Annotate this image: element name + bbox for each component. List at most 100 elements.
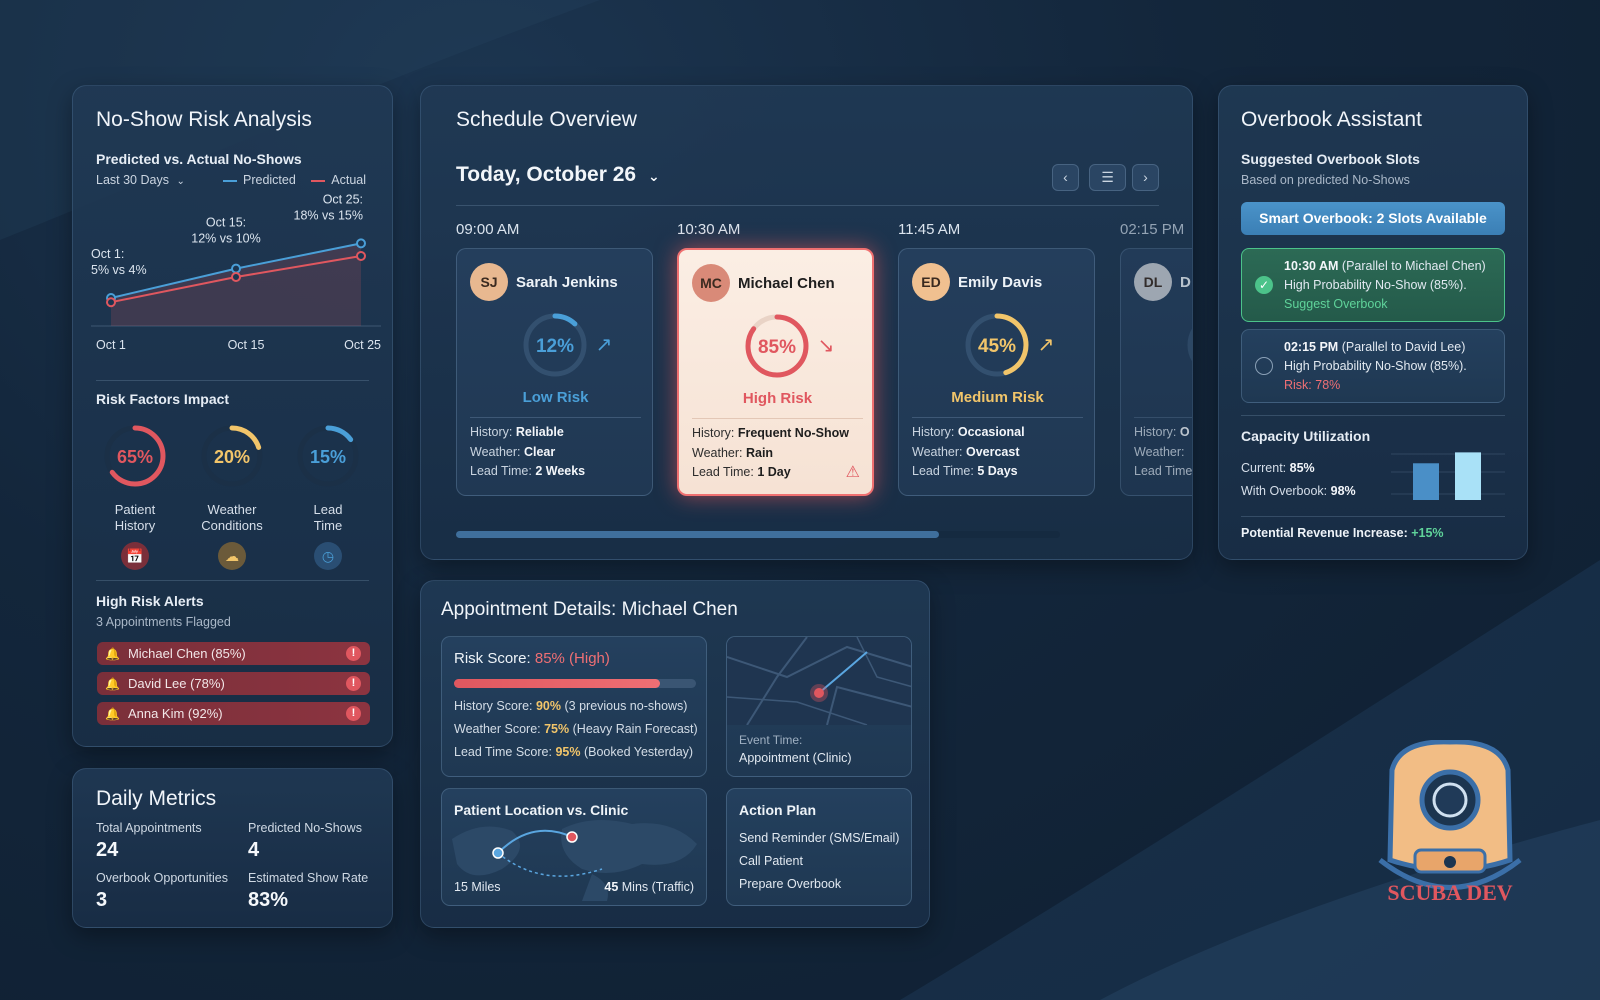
- weather-row: Weather: Clear: [470, 444, 556, 459]
- risk-factor-label-line: Patient: [114, 502, 156, 517]
- bell-icon: 🔔: [105, 706, 120, 721]
- risk-gauge: 12% ↗: [523, 313, 612, 377]
- factors-title: Risk Factors Impact: [96, 391, 230, 407]
- chevron-left-icon: ‹: [1063, 169, 1068, 185]
- slots-title: Suggested Overbook Slots: [1241, 151, 1420, 167]
- risk-score-tile: Risk Score: 85% (High) History Score: 90…: [441, 636, 707, 777]
- patient-name: D: [1180, 274, 1191, 291]
- appointment-card[interactable]: SJ Sarah Jenkins 12% ↗ Low Risk History: Re…: [456, 248, 653, 496]
- x-tick-label: Oct 25: [344, 338, 381, 352]
- slot-probability: High Probability No-Show (85%).: [1284, 359, 1467, 373]
- next-button[interactable]: ›: [1132, 164, 1159, 191]
- smart-overbook-button[interactable]: Smart Overbook: 2 Slots Available: [1241, 202, 1505, 235]
- risk-factor-donut: 20%: [201, 425, 263, 487]
- risk-percent: 85%: [758, 337, 796, 358]
- weather-score-value: 75%: [544, 722, 570, 736]
- risk-factor-label-line: Time: [313, 518, 343, 533]
- metric-value: 4: [248, 839, 260, 861]
- chevron-down-icon: ⌄: [647, 168, 660, 184]
- metric-label: Estimated Show Rate: [248, 871, 369, 885]
- action-item[interactable]: Send Reminder (SMS/Email): [739, 831, 899, 845]
- data-point-predicted: [356, 238, 366, 249]
- warning-icon: !: [346, 676, 361, 691]
- appointment-card[interactable]: MC Michael Chen 85% ↘ High Risk History: Fr…: [677, 248, 874, 496]
- avatar: MC: [692, 264, 730, 302]
- event-map-tile[interactable]: Event Time: Appointment (Clinic): [726, 636, 912, 777]
- warning-icon: !: [346, 646, 361, 661]
- action-item[interactable]: Prepare Overbook: [739, 877, 841, 891]
- scrollbar-thumb[interactable]: [456, 531, 940, 538]
- lead-time-row: Lead Time: 5 Days: [912, 464, 1018, 478]
- history-row: History: Frequent No-Show: [692, 426, 849, 440]
- metric-value: 83%: [248, 889, 289, 911]
- chart-legend: Predicted Actual: [223, 173, 366, 187]
- travel-time: 45 Mins (Traffic): [604, 880, 694, 894]
- history-score-label: History Score:: [454, 699, 533, 713]
- risk-analysis-panel: No-Show Risk Analysis Predicted vs. Actu…: [72, 85, 393, 747]
- appointment-info: History: Occasional Weather: Overcast Le…: [912, 423, 1025, 482]
- weather-row: Weather: Rain: [692, 445, 774, 460]
- risk-factor-value: 20%: [214, 447, 250, 467]
- alert-item[interactable]: 🔔 David Lee (78%)!: [97, 672, 370, 695]
- revenue-increase: Potential Revenue Increase: +15%: [1241, 526, 1444, 540]
- risk-factor-label-line: History: [114, 518, 156, 533]
- chart-annotation: 12% vs 10%: [191, 232, 260, 246]
- lead-time-score: Lead Time Score: 95% (Booked Yesterday): [454, 745, 693, 759]
- risk-level: Medium Risk: [951, 389, 1044, 406]
- divider: [1241, 415, 1505, 416]
- alert-item[interactable]: 🔔 Anna Kim (92%)!: [97, 702, 370, 725]
- legend-actual: Actual: [331, 173, 367, 187]
- metric-label: Overbook Opportunities: [96, 871, 229, 885]
- risk-level: O: [1121, 389, 1192, 406]
- overbook-assistant-panel: Overbook Assistant Suggested Overbook Sl…: [1218, 85, 1528, 560]
- location-tile[interactable]: Patient Location vs. Clinic 15 Miles 45 …: [441, 788, 707, 906]
- list-view-button[interactable]: ☰: [1089, 164, 1126, 191]
- overbook-slot-item[interactable]: 02:15 PM (Parallel to David Lee) High Pr…: [1241, 329, 1505, 403]
- period-select-value: Last 30 Days: [96, 173, 169, 187]
- panel-title: No-Show Risk Analysis: [96, 108, 312, 131]
- trend-arrow-icon: ↘: [818, 335, 835, 357]
- data-point-predicted: [231, 263, 241, 274]
- date-picker[interactable]: Today, October 26 ⌄: [456, 163, 660, 187]
- risk-factor-value: 15%: [310, 447, 346, 467]
- divider: [1241, 516, 1505, 517]
- travel-time-value: 45: [604, 880, 619, 894]
- event-time-value: Appointment (Clinic): [739, 751, 852, 765]
- revenue-value: +15%: [1411, 526, 1444, 540]
- divider: [456, 205, 1159, 206]
- action-item[interactable]: Call Patient: [739, 854, 803, 868]
- data-point-actual: [106, 297, 116, 308]
- slot-parallel: (Parallel to David Lee): [1341, 340, 1466, 354]
- x-tick-label: Oct 15: [228, 338, 265, 352]
- appointment-card[interactable]: DL D O History: O Weather: Lead Time: [1120, 248, 1192, 496]
- date-picker-value: Today, October 26: [456, 163, 637, 186]
- prev-button[interactable]: ‹: [1052, 164, 1079, 191]
- divider: [692, 418, 863, 419]
- chevron-right-icon: ›: [1143, 169, 1148, 185]
- data-point-actual: [231, 272, 241, 282]
- alert-item[interactable]: 🔔 Michael Chen (85%)!: [97, 642, 370, 665]
- alerts-title: High Risk Alerts: [96, 593, 204, 609]
- time-slot-label: 11:45 AM: [898, 221, 961, 238]
- capacity-title: Capacity Utilization: [1241, 428, 1371, 444]
- radio-button[interactable]: [1255, 357, 1273, 375]
- overbook-slot-item[interactable]: ✓ 10:30 AM (Parallel to Michael Chen) Hi…: [1241, 248, 1505, 322]
- schedule-scrollbar[interactable]: [456, 531, 1060, 538]
- divider: [96, 580, 369, 581]
- slot-probability: High Probability No-Show (85%).: [1284, 278, 1467, 292]
- weather-score: Weather Score: 75% (Heavy Rain Forecast): [454, 722, 698, 736]
- check-icon[interactable]: ✓: [1255, 276, 1273, 294]
- slot-risk: Risk: 78%: [1284, 378, 1341, 392]
- risk-score-bar-fill: [454, 679, 660, 688]
- period-select[interactable]: Last 30 Days ⌄: [96, 173, 185, 187]
- capacity-current: Current: 85%: [1241, 461, 1315, 475]
- chart-annotation: Oct 25:: [323, 194, 363, 206]
- risk-gauge: 45% ↗: [965, 313, 1054, 377]
- risk-gauge-track: [1187, 328, 1192, 362]
- legend-predicted: Predicted: [243, 173, 296, 187]
- risk-percent: 45%: [978, 336, 1016, 357]
- distance-value: 15 Miles: [454, 880, 501, 894]
- risk-gauge: [1187, 313, 1192, 377]
- chart-annotation: Oct 15:: [206, 216, 246, 230]
- appointment-card[interactable]: ED Emily Davis 45% ↗ Medium Risk History: O…: [898, 248, 1095, 496]
